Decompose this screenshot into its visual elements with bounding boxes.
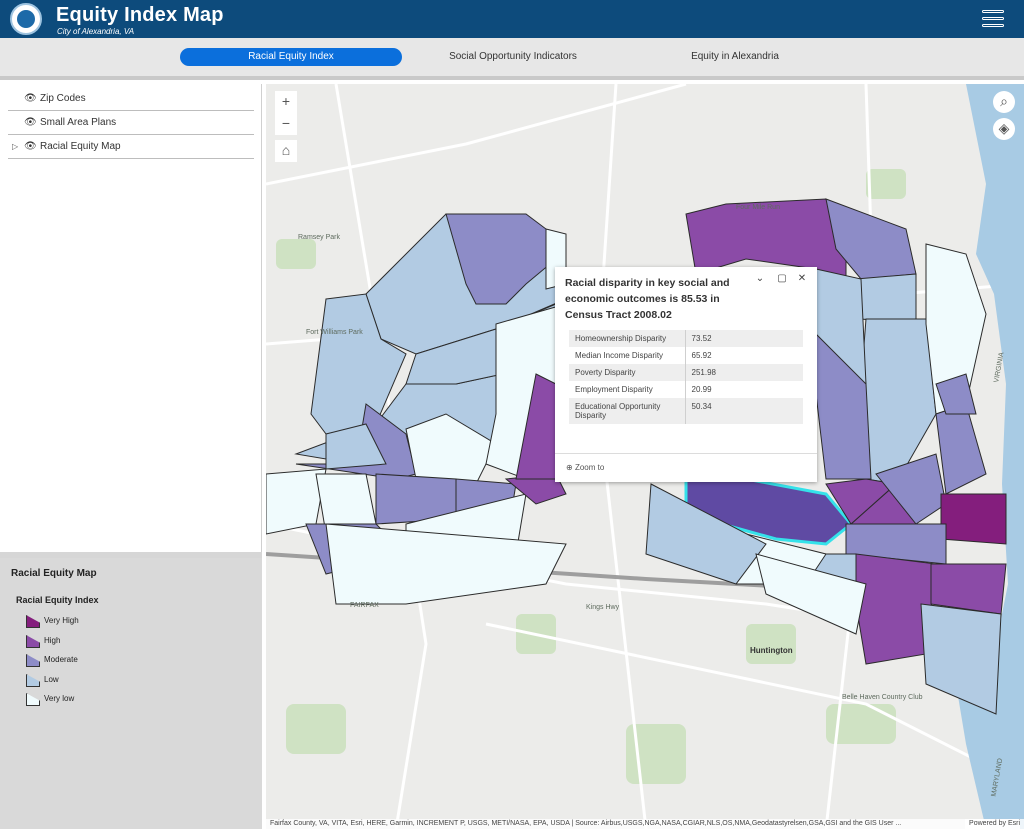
- zoom-magnifier-icon: ⊕: [566, 463, 573, 472]
- map-label-four-mile: Four Mile Run: [736, 204, 780, 211]
- powered-by-esri[interactable]: Powered by Esri: [965, 819, 1020, 829]
- attribute-label: Homeownership Disparity: [569, 330, 686, 347]
- legend-swatch: [26, 674, 40, 687]
- attribution-text: Fairfax County, VA, VITA, Esri, HERE, Ga…: [270, 820, 902, 827]
- attribute-value: 251.98: [685, 364, 803, 381]
- map-label-kings-hwy: Kings Hwy: [586, 604, 620, 611]
- eye-icon[interactable]: 👁: [24, 135, 37, 159]
- legend-label: Moderate: [44, 655, 78, 664]
- layer-item-zip-codes[interactable]: 👁 Zip Codes: [8, 87, 254, 111]
- search-icon[interactable]: ⌕: [993, 91, 1015, 113]
- map-label-fairfax: FAIRFAX: [350, 602, 379, 609]
- attribute-label: Median Income Disparity: [569, 347, 686, 364]
- tab-bar: Racial Equity Index Social Opportunity I…: [0, 38, 1024, 80]
- expand-caret-icon[interactable]: ▷: [12, 135, 18, 159]
- legend-label: Low: [44, 675, 59, 684]
- layer-label: Zip Codes: [40, 93, 86, 104]
- zoom-to-label: Zoom to: [574, 463, 605, 472]
- attribute-label: Educational Opportunity Disparity: [569, 398, 686, 424]
- tab-equity-in-alexandria[interactable]: Equity in Alexandria: [660, 48, 810, 66]
- app-title: Equity Index Map: [56, 4, 224, 26]
- feature-popup[interactable]: Racial disparity in key social and econo…: [555, 267, 817, 482]
- legend-swatch: [26, 615, 40, 628]
- attribute-label: Poverty Disparity: [569, 364, 686, 381]
- legend-swatch: [26, 693, 40, 706]
- attribute-value: 50.34: [685, 398, 803, 424]
- zoom-in-button[interactable]: +: [275, 91, 297, 113]
- layer-list-panel: 👁 Zip Codes 👁 Small Area Plans ▷ 👁 Racia…: [0, 84, 262, 552]
- layer-item-racial-equity-map[interactable]: ▷ 👁 Racial Equity Map: [8, 135, 254, 159]
- legend-panel: Racial Equity Map Racial Equity Index Ve…: [0, 558, 262, 829]
- close-icon[interactable]: ✕: [795, 273, 809, 287]
- table-row: Homeownership Disparity 73.52: [569, 330, 803, 347]
- attribute-label: Employment Disparity: [569, 381, 686, 398]
- popup-attribute-table: Homeownership Disparity 73.52 Median Inc…: [569, 330, 803, 424]
- app-header: Equity Index Map City of Alexandria, VA: [0, 0, 1024, 38]
- map-label-fort-williams: Fort Williams Park: [306, 329, 363, 336]
- table-row: Employment Disparity 20.99: [569, 381, 803, 398]
- hamburger-menu-icon[interactable]: [982, 9, 1004, 29]
- app-subtitle: City of Alexandria, VA: [57, 27, 135, 36]
- eye-icon[interactable]: 👁: [24, 111, 37, 135]
- legend-swatch: [26, 635, 40, 648]
- legend-subtitle: Racial Equity Index: [16, 595, 99, 605]
- city-seal-logo: [10, 3, 42, 35]
- home-icon[interactable]: ⌂: [275, 140, 297, 162]
- map-label-huntington: Huntington: [750, 646, 793, 655]
- zoom-out-button[interactable]: −: [275, 113, 297, 135]
- popup-divider: [555, 453, 817, 454]
- layer-label: Small Area Plans: [40, 117, 117, 128]
- layers-icon[interactable]: ◈: [993, 118, 1015, 140]
- legend-label: High: [44, 636, 61, 645]
- table-row: Educational Opportunity Disparity 50.34: [569, 398, 803, 424]
- legend-swatch: [26, 654, 40, 667]
- tab-racial-equity-index[interactable]: Racial Equity Index: [180, 48, 402, 66]
- tab-social-opportunity-indicators[interactable]: Social Opportunity Indicators: [430, 48, 596, 66]
- legend-title: Racial Equity Map: [11, 568, 97, 579]
- attribute-value: 20.99: [691, 385, 712, 394]
- map-label-ramsey: Ramsey Park: [298, 234, 341, 241]
- map-attribution: Fairfax County, VA, VITA, Esri, HERE, Ga…: [266, 819, 1024, 829]
- map-label-belle-haven: Belle Haven Country Club: [842, 694, 923, 701]
- legend-label: Very High: [44, 616, 79, 625]
- popup-title: Racial disparity in key social and econo…: [565, 277, 730, 321]
- eye-icon[interactable]: 👁: [24, 87, 37, 111]
- table-row: Median Income Disparity 65.92: [569, 347, 803, 364]
- zoom-to-button[interactable]: ⊕ Zoom to: [566, 463, 604, 472]
- legend-label: Very low: [44, 694, 75, 703]
- collapse-chevron-icon[interactable]: ⌄: [753, 273, 767, 287]
- attribute-value: 65.92: [691, 351, 712, 360]
- dock-icon[interactable]: ▢: [775, 273, 789, 287]
- layer-label: Racial Equity Map: [40, 141, 121, 152]
- table-row: Poverty Disparity 251.98: [569, 364, 803, 381]
- layer-item-small-area-plans[interactable]: 👁 Small Area Plans: [8, 111, 254, 135]
- attribute-value: 73.52: [685, 330, 803, 347]
